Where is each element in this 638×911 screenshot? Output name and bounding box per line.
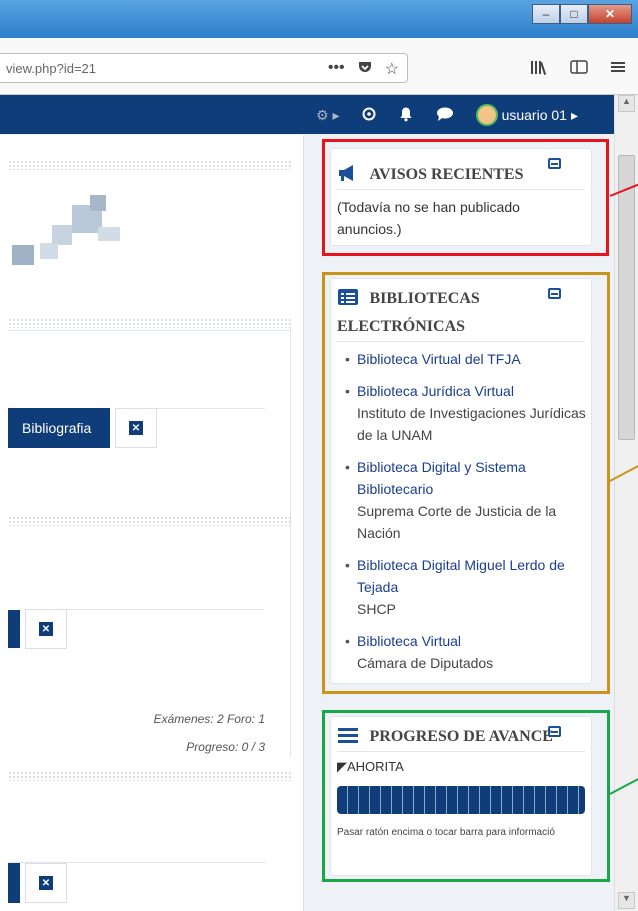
close-window-button[interactable]: ✕ [588,4,632,24]
notifications-bell-icon[interactable] [398,106,414,125]
maximize-button[interactable]: □ [560,4,588,24]
bookmark-star-icon[interactable]: ☆ [385,59,399,80]
close-icon: ✕ [39,622,53,636]
avatar [475,104,498,126]
user-name: usuario 01 [501,107,567,123]
scroll-down-arrow-icon[interactable]: ▼ [618,892,635,909]
section-border [290,527,291,757]
close-section-button[interactable]: ✕ [25,863,67,903]
section-border [157,408,265,409]
dotted-divider [8,160,292,170]
logo-tile [40,243,58,259]
menu-icon[interactable] [610,59,626,80]
logo-tile [12,245,34,265]
address-bar[interactable]: view.php?id=21 ••• ☆ [0,53,408,83]
logo-tile [52,225,72,245]
close-section-button[interactable]: ✕ [25,609,67,649]
highlight-box-gold [322,272,610,694]
bibliografia-button[interactable]: Bibliografia [8,408,110,448]
main-content: Bibliografia ✕ ✕ Exámenes: 2 Foro: 1 Pro… [0,135,304,911]
dotted-divider [8,516,292,526]
caret-right-icon: ▸ [570,106,578,123]
window-controls: – □ ✕ [532,4,632,24]
add-block-icon[interactable] [362,107,376,124]
sidebar-icon[interactable] [570,59,588,80]
messages-chat-icon[interactable] [436,106,454,125]
logo-tile [90,195,106,211]
dotted-divider [8,318,292,328]
more-actions-icon[interactable]: ••• [328,59,345,80]
progress-text: Progreso: 0 / 3 [186,740,265,754]
close-icon: ✕ [129,421,143,435]
dotted-divider [8,771,292,781]
section-border [67,609,265,610]
site-navbar: ⚙ ▸ usuario 01 ▸ [0,95,614,134]
url-text[interactable]: view.php?id=21 [6,61,96,76]
user-menu[interactable]: usuario 01 ▸ [475,104,578,126]
window-titlebar: – □ ✕ [0,0,638,38]
section-border [8,330,290,331]
scrollbar-thumb[interactable] [618,155,635,440]
close-section-button[interactable]: ✕ [115,408,157,448]
activity-stats: Exámenes: 2 Foro: 1 [153,712,265,726]
close-icon: ✕ [39,876,53,890]
section-border [290,327,291,527]
logo-tile [98,227,120,241]
section-button-partial[interactable] [8,610,20,648]
pocket-icon[interactable] [357,59,373,80]
settings-gear-icon[interactable]: ⚙ ▸ [316,107,339,124]
scroll-up-arrow-icon[interactable]: ▲ [618,95,635,112]
minimize-button[interactable]: – [532,4,560,24]
library-icon[interactable] [530,59,548,80]
section-button-partial[interactable] [8,863,20,903]
highlight-box-green [322,710,610,882]
browser-toolbar: view.php?id=21 ••• ☆ [0,38,638,95]
highlight-box-red [322,139,609,256]
